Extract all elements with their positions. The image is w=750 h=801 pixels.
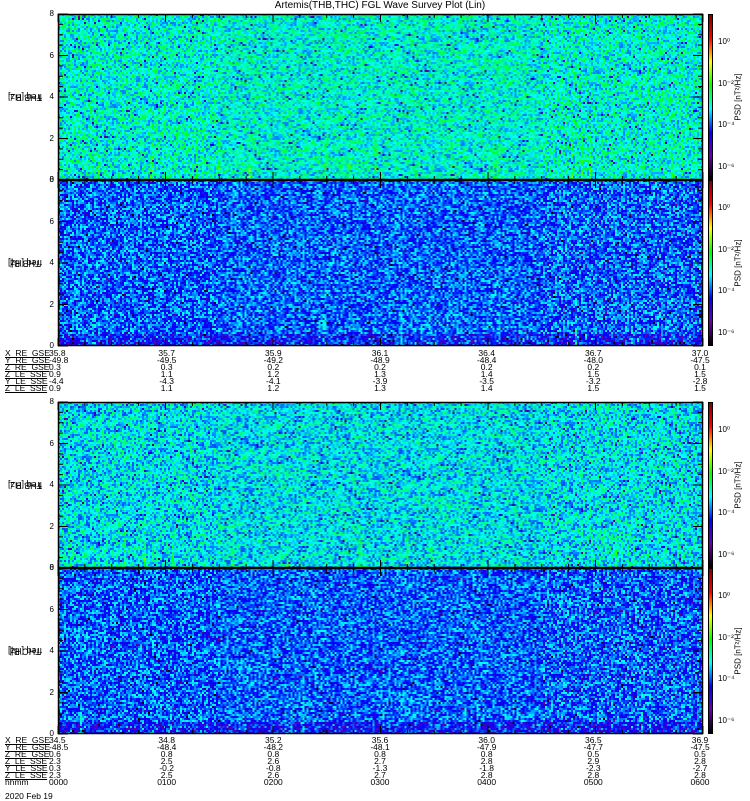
panel-frame xyxy=(57,401,704,569)
panel-frame xyxy=(57,567,704,735)
y-tick-label: 2 xyxy=(49,133,54,143)
axis-label: freq [Hz] xyxy=(7,258,43,268)
y-tick-label: 8 xyxy=(49,397,54,406)
ephemeris-value: 1.5 xyxy=(587,383,600,393)
y-tick-label: 4 xyxy=(49,258,54,267)
colorbar-title-wrap: PSD [nT²/Hz] xyxy=(728,180,748,346)
panel-frame xyxy=(57,13,704,181)
chart-title: Artemis(THB,THC) FGL Wave Survey Plot (L… xyxy=(274,0,486,11)
colorbar xyxy=(708,402,713,568)
ephemeris-value: 0400 xyxy=(477,777,497,787)
panel-axes xyxy=(57,179,704,347)
ephemeris-value: 1.4 xyxy=(480,383,493,393)
panel-axes xyxy=(57,401,704,569)
panel-frame xyxy=(57,179,704,347)
y-tick-label: 8 xyxy=(49,9,54,18)
y-tick-label: 8 xyxy=(49,175,54,184)
ephemeris-value: 0200 xyxy=(263,777,283,787)
colorbar-title-wrap: PSD [nT²/Hz] xyxy=(728,14,748,180)
y-tick-label: 6 xyxy=(49,604,54,614)
ephemeris-value: 0600 xyxy=(690,777,710,787)
panel-ylabel: THC B∥ freq [Hz] xyxy=(0,568,50,734)
axis-label: freq [Hz] xyxy=(7,646,43,656)
colorbar-title-wrap: PSD [nT²/Hz] xyxy=(728,568,748,734)
y-tick-label: 4 xyxy=(49,480,54,489)
spectrogram-panel xyxy=(57,567,704,735)
ephemeris-value: 0300 xyxy=(370,777,390,787)
y-tick-label: 6 xyxy=(49,216,54,226)
colorbar xyxy=(708,568,713,734)
y-tick-label: 6 xyxy=(49,438,54,448)
y-tick-label: 2 xyxy=(49,299,54,309)
ephemeris-value: 0500 xyxy=(583,777,603,787)
y-tick-label: 2 xyxy=(49,521,54,531)
panel-ylabel: THB B⊥ freq [Hz] xyxy=(0,14,50,180)
ephemeris-value: 0.9 xyxy=(49,383,61,393)
colorbar-title: PSD [nT²/Hz] xyxy=(733,461,743,509)
y-tick-label: 8 xyxy=(49,563,54,572)
colorbar xyxy=(708,180,713,346)
ephemeris-value: 1.3 xyxy=(374,383,386,393)
axis-label: freq [Hz] xyxy=(7,92,43,102)
spectrogram-panel xyxy=(57,179,704,347)
ephemeris-value: 0100 xyxy=(157,777,177,787)
colorbar-title-wrap: PSD [nT²/Hz] xyxy=(728,402,748,568)
panel-axes xyxy=(57,567,704,735)
ephemeris-value: 1.1 xyxy=(160,383,173,393)
y-tick-label: 4 xyxy=(49,92,54,101)
ephemeris-row-label: hhmm xyxy=(5,777,29,787)
colorbar-title: PSD [nT²/Hz] xyxy=(733,627,743,675)
ephemeris-row-label: Z_LE_SSE xyxy=(5,383,48,393)
panel-ylabel: THB B⊥ freq [Hz] xyxy=(0,402,50,568)
axis-label: freq [Hz] xyxy=(7,480,43,490)
colorbar-title: PSD [nT²/Hz] xyxy=(733,239,743,287)
panel-ylabel: THB B∥ freq [Hz] xyxy=(0,180,50,346)
y-tick-label: 6 xyxy=(49,50,54,60)
colorbar xyxy=(708,14,713,180)
y-tick-label: 4 xyxy=(49,646,54,655)
ephemeris-value: 0000 xyxy=(49,777,68,787)
colorbar-title: PSD [nT²/Hz] xyxy=(733,73,743,121)
spectrogram-panel xyxy=(57,401,704,569)
y-tick-label: 2 xyxy=(49,687,54,697)
panel-axes xyxy=(57,13,704,181)
spectrogram-panel xyxy=(57,13,704,181)
ephemeris-value: 1.2 xyxy=(267,383,280,393)
ephemeris-value: 1.5 xyxy=(694,383,706,393)
